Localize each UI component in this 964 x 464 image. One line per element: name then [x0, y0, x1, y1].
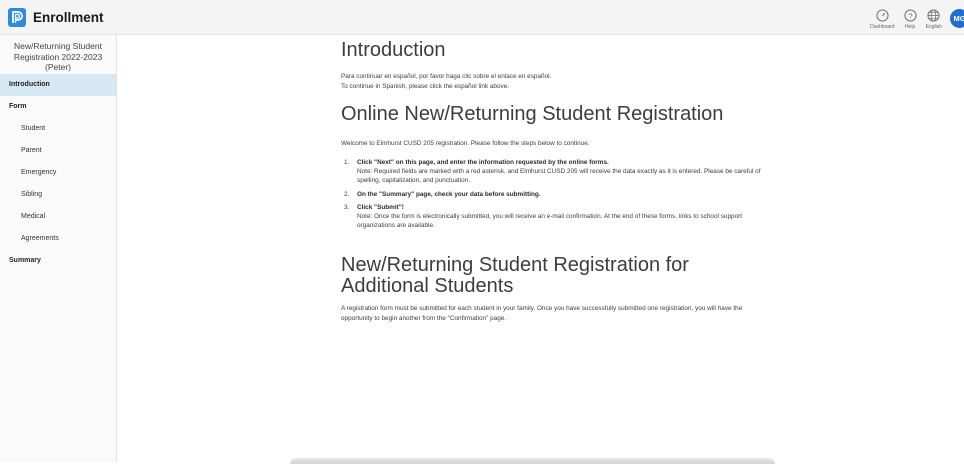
registration-title: New/Returning Student Registration 2022-… [13, 41, 103, 72]
list-item: 3. Click "Submit"! Note: Once the form i… [341, 203, 771, 231]
top-bar: Enrollment Dashboard ? Help English MG [0, 0, 964, 35]
sidebar-item-form[interactable]: Form [0, 96, 116, 118]
list-item: 1. Click "Next" on this page, and enter … [341, 158, 771, 186]
step-number: 3. [344, 203, 350, 211]
sidebar-item-sibling[interactable]: Sibling [0, 184, 116, 206]
dashboard-button[interactable]: Dashboard [870, 9, 895, 30]
help-button[interactable]: ? Help [904, 9, 917, 30]
sidebar-item-parent[interactable]: Parent [0, 140, 116, 162]
sidebar: New/Returning Student Registration 2022-… [0, 35, 117, 462]
step-title: Click "Next" on this page, and enter the… [357, 159, 609, 166]
app-title: Enrollment [33, 10, 104, 25]
dashboard-label: Dashboard [870, 24, 895, 30]
sidebar-item-emergency[interactable]: Emergency [0, 162, 116, 184]
steps-list: 1. Click "Next" on this page, and enter … [341, 158, 771, 234]
powerschool-logo-icon [8, 8, 26, 27]
sidebar-item-student[interactable]: Student [0, 118, 116, 140]
help-question-icon: ? [904, 9, 917, 22]
bottom-panel-edge [290, 458, 775, 464]
step-title: Click "Submit"! [357, 203, 404, 211]
step-title: On the "Summary" page, check your data b… [357, 190, 541, 198]
globe-icon [927, 9, 940, 22]
dashboard-gauge-icon [876, 9, 889, 22]
step-number: 1. [344, 159, 350, 166]
step-note: Note: Required fields are marked with a … [357, 168, 761, 185]
welcome-text: Welcome to Elmhurst CUSD 205 registratio… [341, 140, 590, 147]
online-registration-heading: Online New/Returning Student Registratio… [341, 103, 724, 125]
top-actions: Dashboard ? Help English MG [870, 0, 964, 35]
help-label: Help [904, 24, 916, 30]
intro-heading: Introduction [341, 39, 446, 61]
additional-students-heading: New/Returning Student Registration for A… [341, 254, 689, 297]
step-note: Note: Once the form is electronically su… [357, 213, 743, 230]
english-instruction: To continue in Spanish, please click the… [341, 82, 510, 90]
brand[interactable]: Enrollment [8, 8, 104, 27]
step-number: 2. [344, 190, 350, 198]
sidebar-item-summary[interactable]: Summary [0, 250, 116, 272]
intro-text: Para continuar en español, por favor hag… [341, 72, 551, 91]
avatar[interactable]: MG [950, 9, 964, 28]
language-label: English [925, 24, 942, 30]
spanish-instruction: Para continuar en español, por favor hag… [341, 73, 552, 80]
additional-students-text: A registration form must be submitted fo… [341, 305, 743, 322]
svg-text:?: ? [908, 11, 912, 20]
sidebar-item-introduction[interactable]: Introduction [0, 74, 116, 96]
sidebar-item-agreements[interactable]: Agreements [0, 228, 116, 250]
language-button[interactable]: English [926, 9, 942, 30]
list-item: 2. On the "Summary" page, check your dat… [341, 190, 771, 199]
sidebar-item-medical[interactable]: Medical [0, 206, 116, 228]
